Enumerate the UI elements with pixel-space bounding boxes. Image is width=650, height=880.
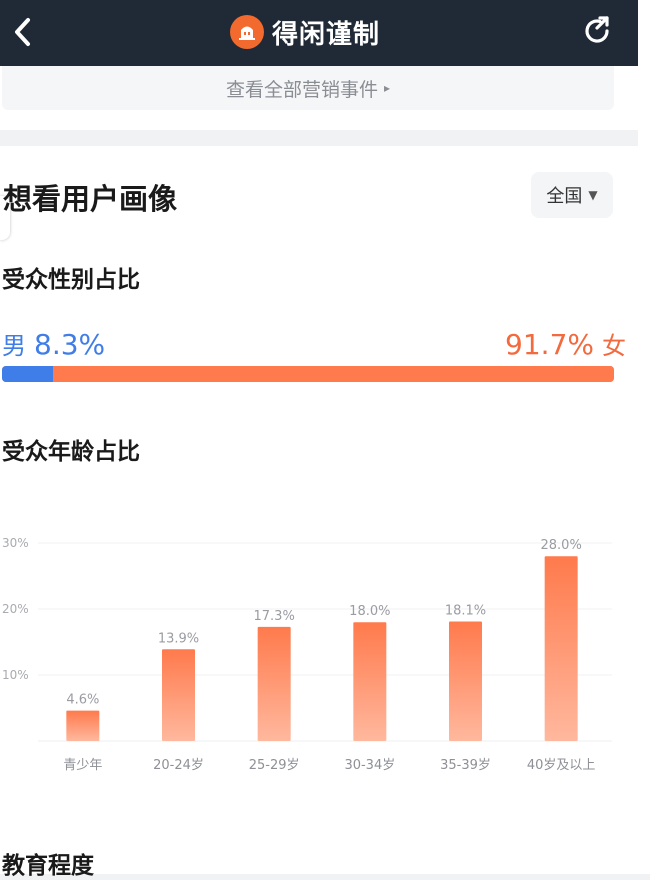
age-bar bbox=[353, 622, 387, 741]
age-bar bbox=[449, 621, 482, 741]
top-bar: 得闲谨制 bbox=[0, 0, 638, 66]
shop-logo-icon bbox=[230, 15, 264, 49]
age-title: 受众年龄占比 bbox=[2, 439, 140, 465]
bar-value-label: 18.1% bbox=[445, 604, 486, 619]
x-category-label: 30-34岁 bbox=[344, 758, 395, 773]
events-card: 查看全部营销事件 ▸ bbox=[0, 66, 638, 130]
x-category-label: 25-29岁 bbox=[249, 758, 300, 773]
age-bar bbox=[162, 649, 195, 741]
region-selector[interactable]: 全国 ▼ bbox=[531, 172, 613, 218]
arrow-right-icon: ▸ bbox=[383, 81, 391, 95]
x-category-label: 20-24岁 bbox=[153, 758, 204, 773]
x-category-label: 青少年 bbox=[63, 758, 102, 773]
age-bar bbox=[544, 556, 578, 741]
bar-value-label: 17.3% bbox=[254, 609, 295, 624]
title-group: 得闲谨制 bbox=[230, 14, 380, 50]
female-stat: 91.7% 女 bbox=[505, 326, 626, 361]
gender-ratio-bar bbox=[2, 366, 614, 382]
share-icon[interactable] bbox=[580, 14, 614, 48]
male-percent: 8.3% bbox=[34, 328, 106, 361]
caret-down-icon: ▼ bbox=[588, 188, 598, 202]
y-tick-label: 10% bbox=[2, 668, 29, 682]
male-label: 男 bbox=[2, 332, 26, 360]
bar-value-label: 28.0% bbox=[541, 538, 582, 553]
page-title: 得闲谨制 bbox=[272, 19, 381, 50]
gender-title: 受众性别占比 bbox=[2, 267, 140, 293]
x-category-label: 35-39岁 bbox=[440, 758, 491, 773]
y-tick-label: 20% bbox=[2, 602, 29, 616]
scroll-edge bbox=[638, 0, 650, 874]
region-label: 全国 bbox=[546, 186, 583, 207]
view-all-events-button[interactable]: 查看全部营销事件 ▸ bbox=[2, 66, 614, 110]
y-tick-label: 30% bbox=[2, 536, 29, 550]
age-bar bbox=[257, 626, 291, 741]
age-bar bbox=[66, 710, 100, 741]
view-all-events-label: 查看全部营销事件 bbox=[225, 78, 378, 101]
section-title: 想看用户画像 bbox=[3, 182, 178, 216]
bar-value-label: 18.0% bbox=[349, 604, 390, 619]
male-ratio-fill bbox=[2, 366, 53, 382]
back-icon[interactable] bbox=[8, 14, 36, 50]
male-stat: 男 8.3% bbox=[2, 326, 105, 361]
age-bar-chart: 30% 20% 10% 4.6% 青少年 13.9% 20-24岁 17.3% 25-29岁 18… bbox=[2, 536, 612, 773]
education-title: 教育程度 bbox=[2, 853, 94, 879]
x-category-label: 40岁及以上 bbox=[527, 758, 596, 773]
female-ratio-fill bbox=[52, 366, 614, 382]
female-percent: 91.7% bbox=[505, 328, 594, 361]
bar-value-label: 4.6% bbox=[66, 693, 99, 708]
female-label: 女 bbox=[602, 332, 626, 360]
bar-value-label: 13.9% bbox=[158, 631, 199, 646]
